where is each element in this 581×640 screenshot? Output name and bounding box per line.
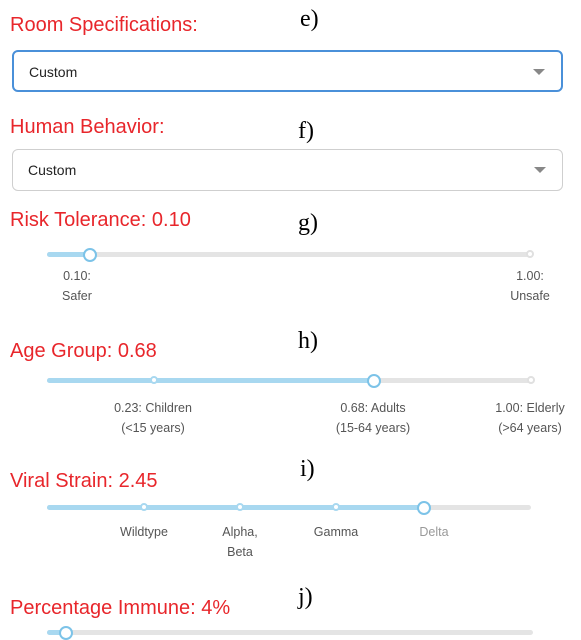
risk-mark-safer-value: 0.10: [63, 269, 91, 283]
risk-mark-safer-label: Safer [62, 289, 92, 303]
human-behavior-select[interactable]: Custom [12, 149, 563, 191]
chevron-down-icon [533, 69, 545, 75]
age-mark-adults-value: 0.68: Adults [340, 401, 406, 415]
immune-slider-track [47, 630, 533, 635]
viral-slider-handle[interactable] [417, 501, 431, 515]
room-specifications-title: Room Specifications: [10, 14, 198, 36]
room-specifications-select[interactable]: Custom [12, 50, 563, 92]
risk-slider-end-dot [526, 250, 534, 258]
age-mark-adults-label: (15-64 years) [335, 421, 411, 435]
panel-letter-h: h) [298, 328, 318, 354]
panel-letter-j: j) [298, 584, 313, 610]
age-mark-elderly-label: (>64 years) [498, 421, 562, 435]
percentage-immune-title: Percentage Immune: 4% [10, 597, 231, 619]
panel-letter-i: i) [300, 456, 315, 482]
age-mark-elderly-value: 1.00: Elderly [495, 401, 565, 415]
age-mark-adults: 0.68: Adults (15-64 years) [318, 398, 428, 438]
risk-mark-safer: 0.10: Safer [47, 266, 107, 306]
chevron-down-icon [534, 167, 546, 173]
viral-slider-alpha-beta-dot [236, 503, 244, 511]
age-mark-children: 0.23: Children (<15 years) [98, 398, 208, 438]
viral-slider-gamma-dot [332, 503, 340, 511]
age-slider-fill [47, 378, 374, 383]
panel-letter-g: g) [298, 210, 318, 236]
risk-tolerance-title: Risk Tolerance: 0.10 [10, 209, 191, 231]
immune-slider-handle[interactable] [59, 626, 73, 640]
viral-mark-alpha-beta: Alpha, Beta [200, 522, 280, 562]
age-slider-children-dot [150, 376, 158, 384]
risk-slider-track [47, 252, 533, 257]
viral-mark-gamma: Gamma [296, 522, 376, 542]
risk-mark-unsafe-label: Unsafe [510, 289, 550, 303]
room-specifications-value: Custom [29, 64, 78, 80]
viral-mark-wildtype: Wildtype [104, 522, 184, 542]
age-slider-end-dot [527, 376, 535, 384]
viral-mark-wildtype-label: Wildtype [120, 525, 168, 539]
age-mark-elderly: 1.00: Elderly (>64 years) [480, 398, 580, 438]
viral-mark-delta-label: Delta [419, 525, 449, 539]
age-mark-children-value: 0.23: Children [114, 401, 192, 415]
age-group-title: Age Group: 0.68 [10, 340, 157, 362]
viral-strain-title: Viral Strain: 2.45 [10, 470, 158, 492]
viral-mark-beta-label: Beta [227, 545, 253, 559]
panel-letter-e: e) [300, 6, 319, 32]
risk-mark-unsafe-value: 1.00: [516, 269, 544, 283]
human-behavior-value: Custom [28, 162, 77, 178]
age-mark-children-label: (<15 years) [121, 421, 185, 435]
viral-slider-wildtype-dot [140, 503, 148, 511]
viral-mark-alpha-label: Alpha, [222, 525, 258, 539]
panel-letter-f: f) [298, 118, 314, 144]
age-slider-handle[interactable] [367, 374, 381, 388]
human-behavior-title: Human Behavior: [10, 116, 165, 138]
viral-mark-delta: Delta [394, 522, 474, 542]
viral-mark-gamma-label: Gamma [313, 525, 359, 539]
risk-mark-unsafe: 1.00: Unsafe [500, 266, 560, 306]
risk-slider-handle[interactable] [83, 248, 97, 262]
